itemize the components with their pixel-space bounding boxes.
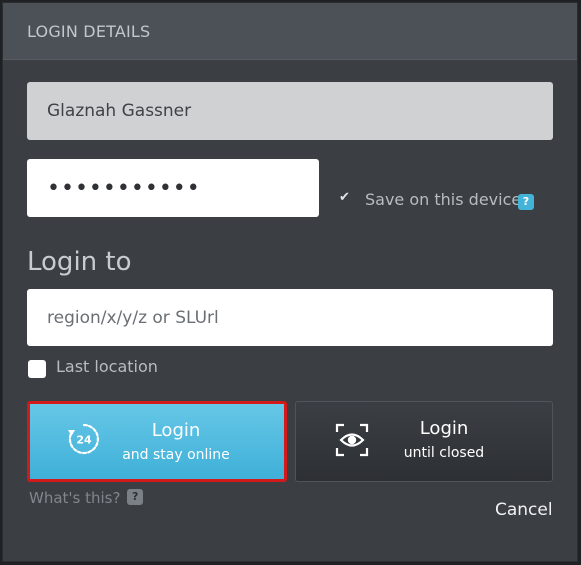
login-dialog: LOGIN DETAILS ✔ Save on this device ? Lo… [2, 2, 578, 562]
whats-this-label: What's this? [29, 489, 121, 507]
stay-online-text: Login and stay online [106, 420, 246, 465]
dialog-title: LOGIN DETAILS [27, 22, 151, 41]
last-location-label: Last location [56, 357, 158, 376]
last-location-checkbox[interactable] [28, 360, 46, 378]
clock-24-label: 24 [76, 434, 92, 447]
login-until-closed-button[interactable]: Login until closed [295, 401, 553, 482]
until-closed-sub-label: until closed [403, 445, 485, 461]
cancel-button[interactable]: Cancel [495, 500, 553, 520]
login-stay-online-button[interactable]: 24 Login and stay online [27, 401, 287, 482]
eye-focus-icon [335, 423, 369, 457]
clock-24-icon: 24 [68, 423, 99, 455]
save-on-device-label: Save on this device [365, 190, 522, 209]
until-closed-main-label: Login [419, 418, 469, 439]
stay-online-sub-label: and stay online [122, 447, 230, 463]
whats-this-link[interactable]: What's this? ? [29, 489, 144, 507]
stay-online-main-label: Login [151, 420, 201, 441]
dialog-header: LOGIN DETAILS [3, 3, 577, 60]
login-to-heading: Login to [27, 247, 132, 277]
password-field[interactable] [27, 159, 319, 217]
until-closed-text: Login until closed [374, 418, 514, 463]
help-icon[interactable]: ? [127, 489, 144, 505]
username-field[interactable] [27, 82, 553, 140]
help-icon[interactable]: ? [518, 194, 534, 210]
region-input[interactable] [27, 289, 553, 346]
checkmark-icon[interactable]: ✔ [339, 191, 353, 205]
